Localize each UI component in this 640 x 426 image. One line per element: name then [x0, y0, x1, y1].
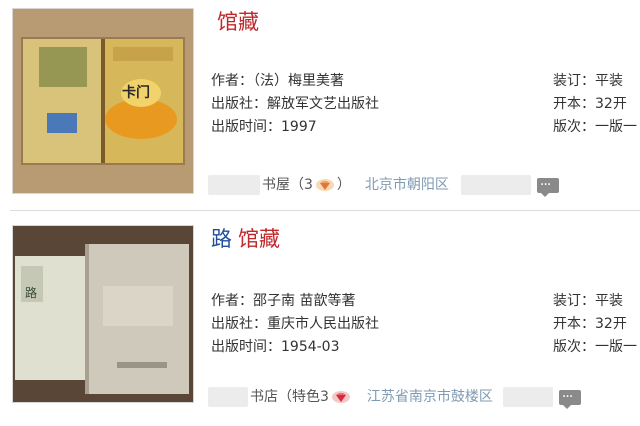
book-details-right: 装订：平装 开本：32开 版次：一版一 [553, 290, 637, 359]
collection-tag[interactable]: 馆藏 [238, 227, 280, 251]
book-details-left: 作者：（法）梅里美著 出版社：解放军文艺出版社 出版时间：1997 [211, 70, 379, 139]
pub-date-field: 出版时间：1954-03 [211, 339, 340, 355]
blurred-shop-prefix [208, 387, 248, 407]
book-details-left: 作者：邵子南 苗歆等著 出版社：重庆市人民出版社 出版时间：1954-03 [211, 290, 379, 359]
shop-name-link[interactable]: 书屋（3 [262, 174, 313, 196]
listing-divider [10, 210, 640, 211]
shop-rating-close: ） [336, 177, 351, 193]
book-listing: 卡门 馆藏 作者：（法）梅里美著 出版社：解放军文艺出版社 出版时间：1997 … [0, 0, 640, 210]
chat-bubble-icon[interactable] [558, 386, 581, 409]
collection-tag[interactable]: 馆藏 [217, 10, 259, 34]
book-details-right: 装订：平装 开本：32开 版次：一版一 [553, 70, 637, 139]
book-cover-photo [13, 226, 193, 402]
shop-name-link[interactable]: 书店（特色3 [250, 386, 329, 408]
blurred-contact [460, 175, 531, 195]
publisher-field: 出版社：重庆市人民出版社 [211, 316, 379, 332]
book-cover-image[interactable]: 路 [12, 225, 194, 403]
author-field: 作者：（法）梅里美著 [211, 73, 344, 89]
book-listing: 路 路馆藏 作者：邵子南 苗歆等著 出版社：重庆市人民出版社 出版时间：1954… [0, 214, 640, 426]
diamond-icon [315, 179, 334, 191]
blurred-contact [502, 387, 553, 407]
book-title[interactable]: 路 [211, 227, 232, 251]
book-title-link[interactable]: 馆藏 [211, 9, 259, 35]
author-field: 作者：邵子南 苗歆等著 [211, 293, 356, 309]
binding-field: 装订：平装 [553, 73, 623, 89]
shop-info: 书屋（3 ） 北京市朝阳区 [208, 174, 559, 197]
pub-date-field: 出版时间：1997 [211, 119, 317, 135]
shop-info: 书店（特色3 江苏省南京市鼓楼区 [208, 386, 581, 409]
shop-location: 江苏省南京市鼓楼区 [366, 389, 493, 405]
shop-location: 北京市朝阳区 [364, 177, 449, 193]
book-cover-image[interactable]: 卡门 [12, 8, 194, 194]
diamond-icon [331, 391, 350, 403]
binding-field: 装订：平装 [553, 293, 623, 309]
format-field: 开本：32开 [553, 96, 627, 112]
format-field: 开本：32开 [553, 316, 627, 332]
chat-bubble-icon[interactable] [536, 174, 559, 197]
publisher-field: 出版社：解放军文艺出版社 [211, 96, 379, 112]
cover-title-text: 卡门 [122, 85, 150, 101]
edition-field: 版次：一版一 [553, 119, 637, 135]
book-cover-photo [13, 9, 193, 193]
edition-field: 版次：一版一 [553, 339, 637, 355]
cover-title-text: 路 [25, 286, 38, 300]
book-title-link[interactable]: 路馆藏 [211, 226, 280, 252]
blurred-shop-prefix [208, 175, 260, 195]
